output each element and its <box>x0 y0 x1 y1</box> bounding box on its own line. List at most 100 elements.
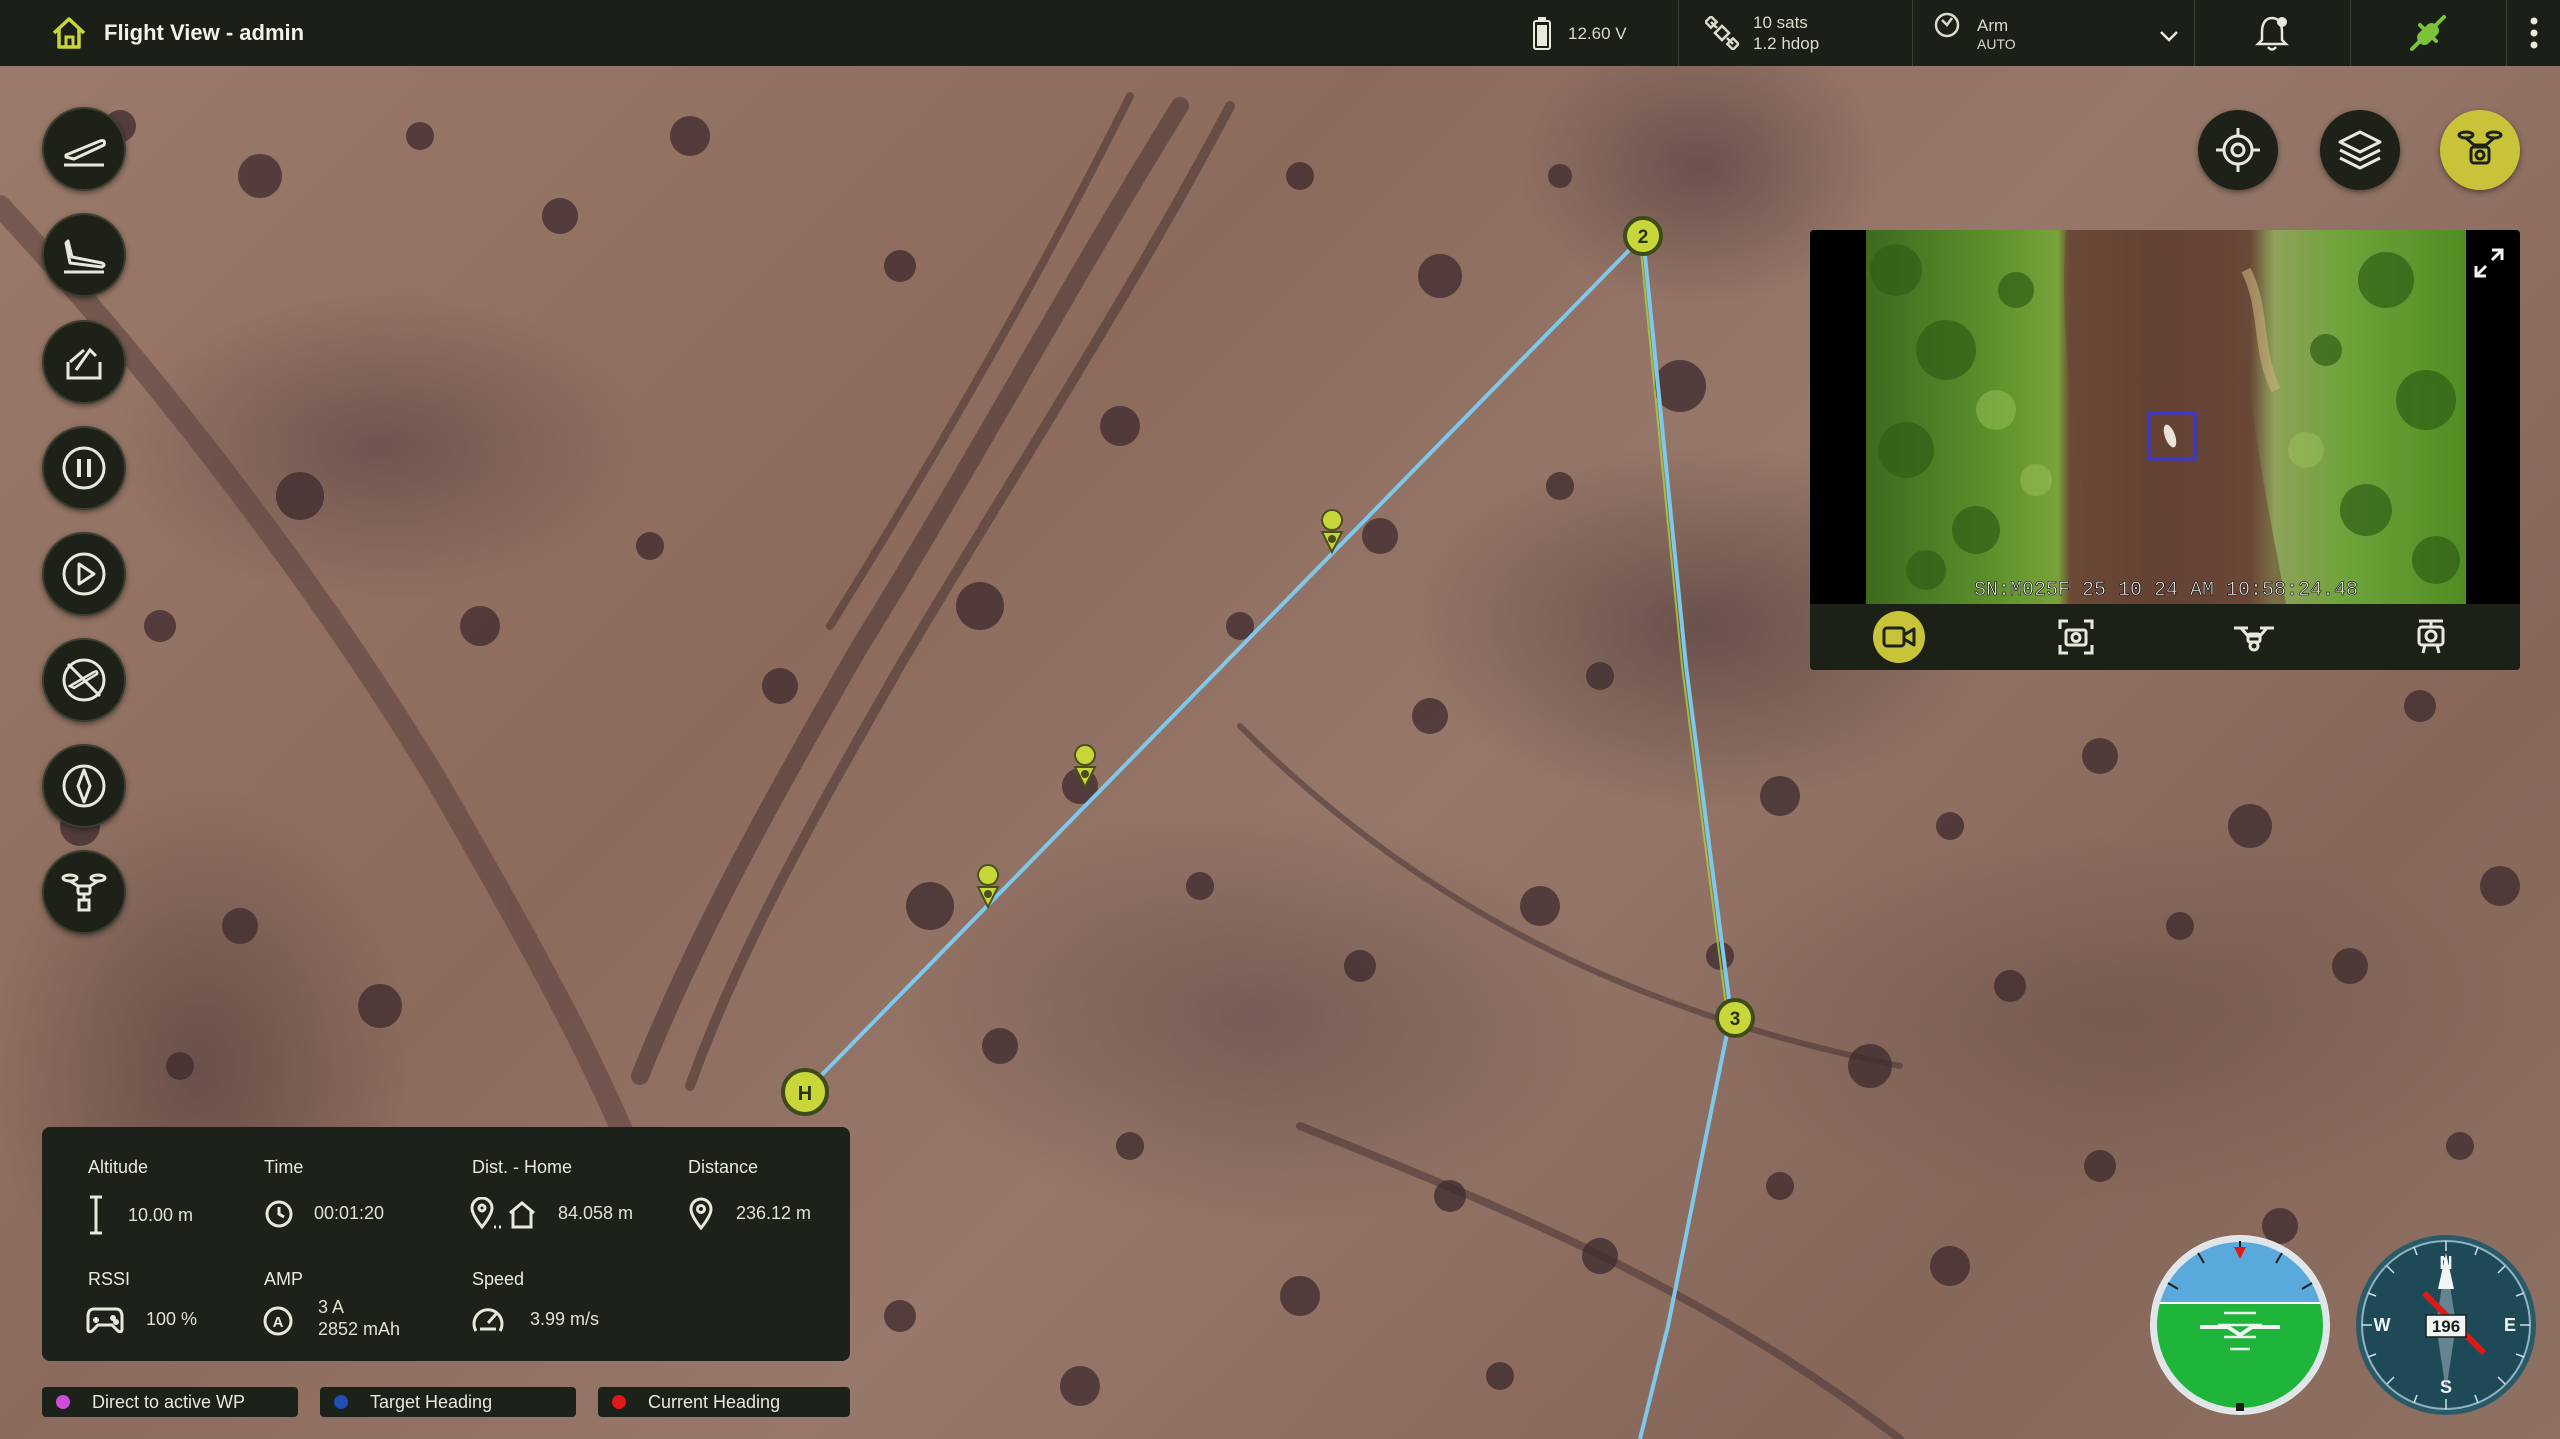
legend-target-heading-label: Target Heading <box>370 1391 493 1412</box>
rssi-label: RSSI <box>88 1269 131 1289</box>
takeoff-button[interactable] <box>42 107 126 191</box>
link-plug-icon[interactable] <box>2406 11 2450 55</box>
video-timestamp: SN:M025F 25 10 24 AM 10:58:24.48 <box>1974 579 2358 602</box>
pause-button[interactable] <box>42 426 126 510</box>
legend-current-heading: Current Heading <box>598 1387 850 1417</box>
gimbal-drone-view-button[interactable] <box>2228 611 2280 663</box>
time-value: 00:01:20 <box>314 1203 385 1223</box>
return-home-button[interactable] <box>42 320 126 404</box>
notifications-button[interactable] <box>2194 0 2349 66</box>
speed-value: 3.99 m/s <box>530 1309 600 1329</box>
capture-photo-button[interactable] <box>2050 611 2102 663</box>
waypoint-3[interactable]: 3 <box>1715 998 1755 1038</box>
satellite-icon <box>1705 16 1739 50</box>
clock-icon <box>264 1199 294 1234</box>
heading-compass: N S W E 196 <box>2354 1233 2538 1417</box>
battery-status: 12.60 V <box>1520 0 1675 66</box>
altitude-label: Altitude <box>88 1157 149 1177</box>
home-icon[interactable] <box>50 15 88 51</box>
altitude-icon <box>88 1195 104 1240</box>
aerial-river-image: SN:M025F 25 10 24 AM 10:58:24.48 <box>1870 230 2460 604</box>
pause-icon <box>60 444 108 492</box>
amp-capacity-value: 2852 mAh <box>318 1319 401 1339</box>
camera-feed: SN:M025F 25 10 24 AM 10:58:24.48 <box>1866 230 2466 604</box>
waypoint-home[interactable]: H <box>781 1068 829 1116</box>
no-fly-icon <box>60 656 108 704</box>
legend-direct-wp-swatch <box>56 1395 70 1409</box>
attitude-indicator <box>2148 1233 2332 1417</box>
payload-drone-button[interactable] <box>42 850 126 934</box>
speedometer-icon <box>470 1303 506 1342</box>
altitude-cell: Altitude <box>88 1157 148 1178</box>
bell-icon[interactable] <box>2254 14 2290 52</box>
land-button[interactable] <box>42 213 126 297</box>
recenter-button[interactable] <box>2198 110 2278 190</box>
record-video-button[interactable] <box>1872 611 1925 663</box>
map-layers-button[interactable] <box>2320 110 2400 190</box>
gps-hdop: 1.2 hdop <box>1753 34 1820 53</box>
connection-button[interactable] <box>2350 0 2505 66</box>
title-area: Flight View - admin <box>50 15 304 51</box>
rssi-value: 100 % <box>146 1309 198 1329</box>
kebab-menu-icon[interactable] <box>2530 16 2538 50</box>
amp-current-value: 3 A <box>318 1297 345 1317</box>
gimbal-camera-icon <box>2413 617 2449 657</box>
arm-mode-selector[interactable]: Arm AUTO <box>1912 0 2193 66</box>
legend-target-heading-swatch <box>334 1395 348 1409</box>
gps-sats: 10 sats <box>1753 13 1808 32</box>
gimbal-camera-button[interactable] <box>2405 611 2457 663</box>
gps-status: 10 sats 1.2 hdop <box>1678 0 1911 66</box>
svg-text:A: A <box>273 1314 284 1331</box>
waypoint-2[interactable]: 2 <box>1623 216 1663 256</box>
crosshair-icon <box>2214 126 2262 174</box>
legend-direct-wp-label: Direct to active WP <box>92 1391 246 1412</box>
distance-cell: Distance <box>688 1157 758 1178</box>
compass-west: W <box>2374 1315 2391 1335</box>
photo-capture-icon <box>2057 618 2095 656</box>
legend-current-heading-swatch <box>612 1395 626 1409</box>
chevron-down-icon[interactable] <box>2159 30 2179 42</box>
location-pin-icon <box>688 1197 714 1236</box>
drone-camera-view-button[interactable] <box>2440 110 2520 190</box>
battery-icon <box>1532 16 1552 50</box>
speed-label: Speed <box>472 1269 525 1289</box>
more-menu-button[interactable] <box>2506 0 2560 66</box>
compass-east: E <box>2504 1315 2516 1335</box>
resume-mission-button[interactable] <box>42 532 126 616</box>
distance-label: Distance <box>688 1157 759 1177</box>
video-controls <box>1810 604 2520 670</box>
disable-geofence-button[interactable] <box>42 638 126 722</box>
flight-mode: AUTO <box>1977 35 2016 52</box>
pin-to-home-icon <box>470 1196 536 1236</box>
calibrate-compass-button[interactable] <box>42 744 126 828</box>
page-title: Flight View - admin <box>104 20 305 45</box>
dist-home-label: Dist. - Home <box>472 1157 573 1177</box>
altitude-value: 10.00 m <box>128 1205 194 1225</box>
takeoff-icon <box>60 129 108 169</box>
drone-icon <box>2232 620 2276 654</box>
landing-icon <box>60 235 108 275</box>
distance-value: 236.12 m <box>736 1203 812 1223</box>
top-bar: Flight View - admin 12.60 V 10 sats 1.2 … <box>0 0 2560 66</box>
battery-voltage: 12.60 V <box>1568 23 1627 43</box>
legend-target-heading: Target Heading <box>320 1387 576 1417</box>
expand-icon[interactable] <box>2472 246 2506 280</box>
layers-icon <box>2336 126 2384 174</box>
time-cell: Time <box>264 1157 303 1178</box>
speed-cell: Speed <box>472 1269 524 1290</box>
drone-payload-icon <box>60 868 108 916</box>
waypoint-home-label: H <box>798 1083 812 1105</box>
arm-label: Arm <box>1977 15 2009 35</box>
amp-cell: AMP <box>264 1269 303 1290</box>
dist-home-value: 84.058 m <box>558 1203 634 1223</box>
drone-camera-icon <box>2455 125 2505 175</box>
video-feed-panel[interactable]: SN:M025F 25 10 24 AM 10:58:24.48 <box>1810 230 2520 670</box>
video-camera-icon <box>1882 624 1916 650</box>
legend-current-heading-label: Current Heading <box>648 1391 781 1412</box>
compass-heading: 196 <box>2432 1317 2460 1336</box>
time-label: Time <box>264 1157 304 1177</box>
play-icon <box>60 550 108 598</box>
return-to-launch-icon <box>60 340 108 384</box>
amp-label: AMP <box>264 1269 304 1289</box>
compass-needle-icon <box>60 762 108 810</box>
